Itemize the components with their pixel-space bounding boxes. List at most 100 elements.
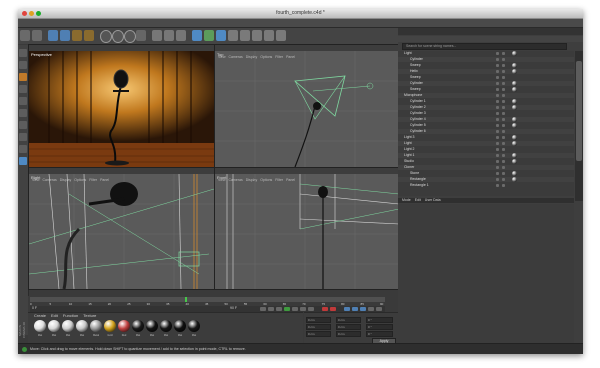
om-search-input[interactable]: Search for scene string names...: [402, 43, 567, 50]
visibility-toggle[interactable]: [496, 118, 499, 121]
om-scrollbar[interactable]: [575, 51, 583, 201]
render-toggle[interactable]: [502, 70, 505, 73]
render-toggle[interactable]: [502, 106, 505, 109]
material-ball[interactable]: [132, 320, 144, 332]
spline-icon[interactable]: [204, 30, 214, 41]
render-toggle[interactable]: [502, 166, 505, 169]
render-toggle[interactable]: [502, 124, 505, 127]
array-icon[interactable]: [228, 30, 238, 41]
pos-x-field[interactable]: 0 cm: [306, 317, 331, 323]
visibility-toggle[interactable]: [496, 70, 499, 73]
material-tag-icon[interactable]: [512, 87, 517, 92]
mat-menu-edit[interactable]: Edit: [51, 313, 63, 318]
object-row[interactable]: Cylinder: [398, 81, 574, 86]
render-toggle[interactable]: [502, 94, 505, 97]
material-tag-icon[interactable]: [512, 69, 517, 74]
material-tag-icon[interactable]: [512, 123, 517, 128]
material-ball[interactable]: [174, 320, 186, 332]
make-editable-icon[interactable]: [19, 49, 27, 57]
viewport-right[interactable]: View Cameras Display Options Filter Panel Rig…: [28, 167, 215, 290]
rotate-tool-icon[interactable]: [84, 30, 94, 41]
light-icon[interactable]: [276, 30, 286, 41]
mat-menu-create[interactable]: Create: [34, 313, 51, 318]
object-row[interactable]: Sweep: [398, 63, 574, 68]
record-icon[interactable]: [322, 307, 328, 311]
render-toggle[interactable]: [502, 58, 505, 61]
render-toggle[interactable]: [502, 82, 505, 85]
mat-menu-texture[interactable]: Texture: [83, 313, 101, 318]
material-ball[interactable]: [188, 320, 200, 332]
live-selection-icon[interactable]: [48, 30, 58, 41]
goto-end-icon[interactable]: [308, 307, 314, 311]
material-tag-icon[interactable]: [512, 141, 517, 146]
object-row[interactable]: Light 1: [398, 153, 574, 158]
object-row[interactable]: Cylinder 1: [398, 99, 574, 104]
attr-menu-edit[interactable]: Edit: [411, 198, 421, 202]
object-row[interactable]: Cylinder 3: [398, 111, 574, 116]
polygons-mode-icon[interactable]: [19, 121, 27, 129]
material-tag-icon[interactable]: [512, 99, 517, 104]
render-picture-viewer-icon[interactable]: [164, 30, 174, 41]
z-axis-icon[interactable]: [124, 30, 136, 43]
autokey-icon[interactable]: [330, 307, 336, 311]
render-toggle[interactable]: [502, 130, 505, 133]
key-scale-icon[interactable]: [352, 307, 358, 311]
end-frame-field[interactable]: 90 F: [230, 306, 237, 310]
render-toggle[interactable]: [502, 172, 505, 175]
material-tag-icon[interactable]: [512, 105, 517, 110]
material-ball[interactable]: [76, 320, 88, 332]
render-toggle[interactable]: [502, 160, 505, 163]
snap-icon[interactable]: [19, 157, 27, 165]
visibility-toggle[interactable]: [496, 52, 499, 55]
edges-mode-icon[interactable]: [19, 109, 27, 117]
material-ball[interactable]: [118, 320, 130, 332]
scroll-thumb[interactable]: [576, 61, 582, 161]
undo-icon[interactable]: [20, 30, 30, 41]
object-row[interactable]: Cylinder 4: [398, 117, 574, 122]
goto-start-icon[interactable]: [260, 307, 266, 311]
object-row[interactable]: Cloner: [398, 165, 574, 170]
render-toggle[interactable]: [502, 118, 505, 121]
visibility-toggle[interactable]: [496, 76, 499, 79]
attr-menu-userdata[interactable]: User Data: [421, 198, 441, 202]
material-tag-icon[interactable]: [512, 63, 517, 68]
size-z-field[interactable]: 0 cm: [336, 331, 361, 337]
material-tag-icon[interactable]: [512, 171, 517, 176]
render-toggle[interactable]: [502, 184, 505, 187]
material-ball[interactable]: [48, 320, 60, 332]
visibility-toggle[interactable]: [496, 58, 499, 61]
object-row[interactable]: Light: [398, 141, 574, 146]
object-row[interactable]: Sweep: [398, 87, 574, 92]
visibility-toggle[interactable]: [496, 136, 499, 139]
floor-icon[interactable]: [252, 30, 262, 41]
material-ball[interactable]: [90, 320, 102, 332]
timeline-menu-icon[interactable]: [376, 307, 382, 311]
viewport-top[interactable]: View Cameras Display Options Filter Panel Top: [214, 44, 400, 168]
render-toggle[interactable]: [502, 148, 505, 151]
redo-icon[interactable]: [32, 30, 42, 41]
material-tag-icon[interactable]: [512, 177, 517, 182]
model-mode-icon[interactable]: [19, 61, 27, 69]
next-frame-icon[interactable]: [292, 307, 298, 311]
next-key-icon[interactable]: [300, 307, 306, 311]
object-row[interactable]: Rectangle: [398, 177, 574, 182]
material-tag-icon[interactable]: [512, 135, 517, 140]
render-view-icon[interactable]: [152, 30, 162, 41]
render-toggle[interactable]: [502, 76, 505, 79]
size-x-field[interactable]: 0 cm: [336, 317, 361, 323]
visibility-toggle[interactable]: [496, 160, 499, 163]
visibility-toggle[interactable]: [496, 166, 499, 169]
material-tag-icon[interactable]: [512, 81, 517, 86]
render-toggle[interactable]: [502, 142, 505, 145]
object-row[interactable]: Microphone: [398, 93, 574, 98]
material-ball[interactable]: [160, 320, 172, 332]
object-row[interactable]: Light 3: [398, 135, 574, 140]
rot-p-field[interactable]: 0 °: [366, 324, 393, 330]
pos-z-field[interactable]: 0 cm: [306, 331, 331, 337]
texture-mode-icon[interactable]: [19, 73, 27, 81]
material-tag-icon[interactable]: [512, 51, 517, 56]
render-toggle[interactable]: [502, 112, 505, 115]
object-row[interactable]: Cylinder: [398, 57, 574, 62]
points-mode-icon[interactable]: [19, 97, 27, 105]
move-tool-icon[interactable]: [60, 30, 70, 41]
